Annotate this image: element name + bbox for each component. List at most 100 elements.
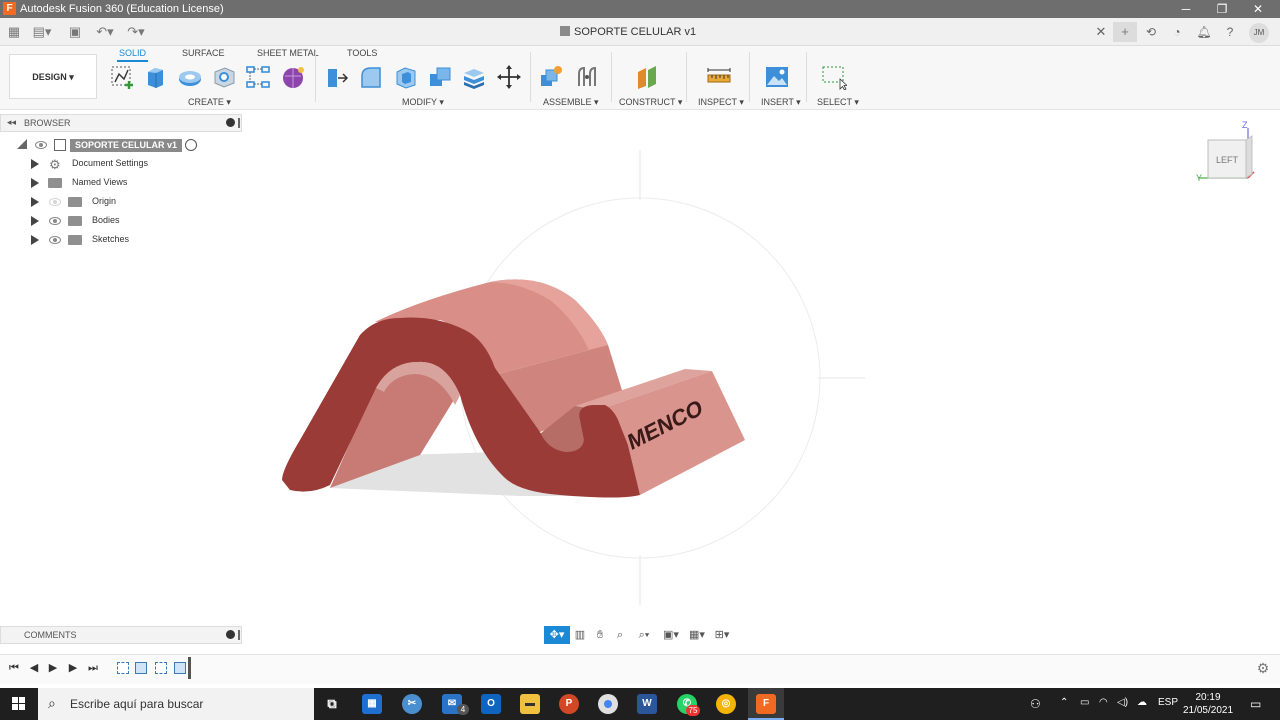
grid-snaps-icon[interactable]: ▦▾ — [685, 626, 709, 644]
powerpoint-icon[interactable]: P — [559, 694, 579, 714]
browser-item-origin[interactable]: Origin — [0, 194, 240, 210]
joint-icon[interactable] — [574, 64, 600, 90]
hole-icon[interactable] — [211, 64, 237, 90]
create-menu[interactable]: CREATE ▾ — [188, 97, 231, 108]
tab-solid[interactable]: SOLID — [116, 48, 149, 62]
display-settings-icon[interactable]: ▣▾ — [659, 626, 683, 644]
view-cube[interactable]: LEFT Z Y — [1196, 118, 1262, 186]
browser-dock-icon[interactable] — [238, 118, 240, 128]
expand-triangle-icon[interactable] — [31, 197, 39, 207]
offset-plane-icon[interactable] — [634, 64, 660, 90]
phone-stand-body[interactable]: JORGE MENCO — [282, 279, 745, 498]
go-to-start-icon[interactable]: ⏮ — [7, 661, 21, 675]
split-body-icon[interactable] — [461, 64, 487, 90]
action-center-icon[interactable]: ▭ — [1250, 697, 1261, 711]
people-icon[interactable]: ⚇ — [1030, 697, 1041, 711]
data-panel-grid-icon[interactable]: ▦ — [2, 22, 26, 42]
timeline-extrude-feature-icon[interactable] — [174, 662, 186, 674]
step-back-icon[interactable]: ◀ — [27, 661, 41, 675]
timeline-settings-gear-icon[interactable]: ⚙ — [1256, 661, 1270, 675]
create-form-icon[interactable] — [280, 64, 306, 90]
comments-panel-header[interactable]: COMMENTS — [0, 626, 242, 644]
assemble-menu[interactable]: ASSEMBLE ▾ — [543, 97, 599, 108]
viewports-icon[interactable]: ⊞▾ — [710, 626, 734, 644]
modify-menu[interactable]: MODIFY ▾ — [402, 97, 444, 108]
chrome-canary-icon[interactable]: ◎ — [716, 694, 736, 714]
taskbar-search-input[interactable]: ⌕ Escribe aquí para buscar — [38, 688, 314, 720]
close-tab-button[interactable]: ✕ — [1094, 22, 1108, 42]
expand-triangle-icon[interactable] — [31, 178, 39, 188]
measure-icon[interactable] — [706, 64, 732, 90]
window-select-icon[interactable] — [821, 64, 847, 90]
collapse-browser-icon[interactable]: ◂◂ — [7, 117, 16, 128]
outlook-icon[interactable]: O — [481, 694, 501, 714]
close-window-button[interactable]: ✕ — [1240, 0, 1276, 18]
create-sketch-icon[interactable] — [109, 64, 135, 90]
browser-item-sketches[interactable]: Sketches — [0, 232, 240, 248]
pan-hand-icon[interactable]: ✋︎ — [590, 626, 610, 644]
help-icon[interactable]: ? — [1221, 23, 1239, 41]
press-pull-icon[interactable] — [324, 64, 350, 90]
visibility-eye-icon[interactable] — [49, 217, 61, 225]
fit-zoom-icon[interactable]: ⌕▾ — [632, 626, 656, 644]
insert-image-icon[interactable] — [764, 64, 790, 90]
browser-item-bodies[interactable]: Bodies — [0, 213, 240, 229]
minimize-button[interactable]: ─ — [1168, 0, 1204, 18]
redo-icon[interactable]: ↷▾ — [124, 22, 148, 42]
step-forward-icon[interactable]: ▶ — [66, 661, 80, 675]
job-status-icon[interactable]: ◔ — [1168, 23, 1186, 41]
extrude-icon[interactable] — [143, 64, 169, 90]
user-avatar[interactable]: JM — [1249, 23, 1269, 43]
timeline-sketch-feature-icon[interactable] — [117, 662, 129, 674]
fusion-taskbar-button[interactable]: F — [748, 688, 784, 720]
construct-menu[interactable]: CONSTRUCT ▾ — [619, 97, 682, 108]
volume-icon[interactable]: ◁) — [1117, 697, 1128, 708]
chrome-icon[interactable] — [598, 694, 618, 714]
timeline-marker[interactable] — [188, 657, 191, 679]
hidden-eye-icon[interactable] — [49, 198, 61, 206]
windows-start-icon[interactable] — [0, 688, 38, 720]
document-tab[interactable]: SOPORTE CELULAR v1 — [560, 18, 696, 46]
timeline-extrude-feature-icon[interactable] — [135, 662, 147, 674]
undo-icon[interactable]: ↶▾ — [93, 22, 117, 42]
inspect-menu[interactable]: INSPECT ▾ — [698, 97, 744, 108]
onedrive-icon[interactable]: ☁ — [1137, 697, 1147, 708]
insert-menu[interactable]: INSERT ▾ — [761, 97, 801, 108]
new-component-icon[interactable] — [538, 64, 564, 90]
file-menu-icon[interactable]: ▤▾ — [30, 22, 54, 42]
go-to-end-icon[interactable]: ⏭ — [86, 661, 100, 675]
rectangular-pattern-icon[interactable] — [245, 64, 271, 90]
maximize-button[interactable]: ❐ — [1204, 0, 1240, 18]
select-menu[interactable]: SELECT ▾ — [817, 97, 859, 108]
expand-triangle-icon[interactable] — [31, 216, 39, 226]
shell-icon[interactable] — [393, 64, 419, 90]
system-clock[interactable]: 20:19 21/05/2021 — [1182, 691, 1234, 717]
revolve-icon[interactable] — [177, 64, 203, 90]
show-hidden-icons-chevron[interactable]: ⌃ — [1060, 697, 1068, 708]
tab-sheet-metal[interactable]: SHEET METAL — [257, 48, 319, 58]
tab-tools[interactable]: TOOLS — [347, 48, 377, 58]
view-cube-side[interactable] — [1245, 135, 1253, 179]
look-at-icon[interactable]: ▥ — [570, 626, 590, 644]
battery-icon[interactable]: ▭ — [1080, 697, 1089, 708]
workspace-design-dropdown[interactable]: DESIGN ▾ — [9, 54, 97, 99]
browser-item-named-views[interactable]: Named Views — [0, 175, 240, 191]
extensions-icon[interactable]: ⟲ — [1142, 23, 1160, 41]
visibility-eye-icon[interactable] — [49, 236, 61, 244]
save-icon[interactable]: ▣ — [63, 22, 87, 42]
play-icon[interactable]: ▶ — [46, 661, 60, 675]
comments-dock-icon[interactable] — [238, 630, 240, 640]
combine-icon[interactable] — [427, 64, 453, 90]
add-comment-icon[interactable] — [226, 630, 235, 639]
activate-radio-icon[interactable] — [185, 139, 197, 151]
calculator-icon[interactable]: ▦ — [362, 694, 382, 714]
language-indicator[interactable]: ESP — [1158, 697, 1178, 708]
notifications-bell-icon[interactable]: 🔔︎ — [1195, 23, 1213, 41]
visibility-eye-icon[interactable] — [35, 141, 47, 149]
wifi-icon[interactable]: ◠ — [1099, 697, 1108, 708]
task-view-icon[interactable]: ⧉ — [322, 694, 342, 714]
snipping-tool-icon[interactable]: ✂ — [402, 694, 422, 714]
browser-item-document-settings[interactable]: ⚙ Document Settings — [0, 156, 240, 172]
browser-root-label[interactable]: SOPORTE CELULAR v1 — [70, 139, 182, 152]
collapse-triangle-icon[interactable] — [17, 139, 27, 149]
